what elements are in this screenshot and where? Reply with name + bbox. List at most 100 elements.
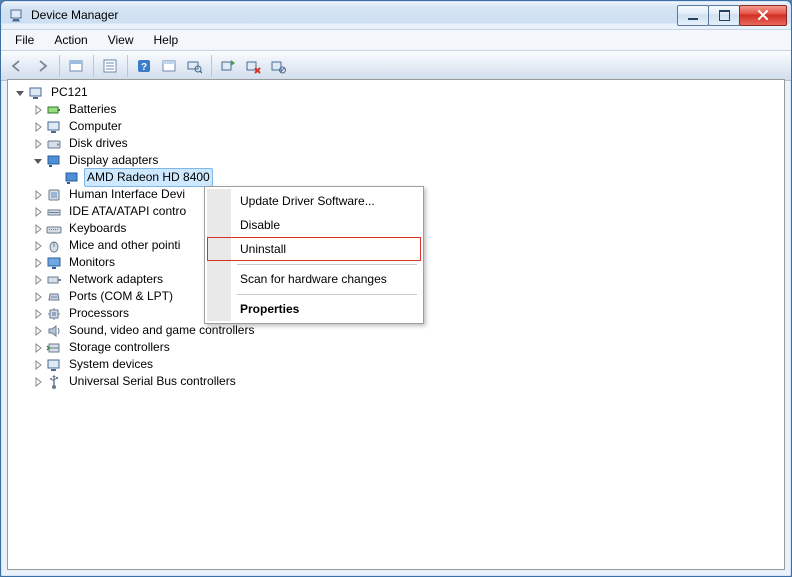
tree-item-amd-radeon[interactable]: AMD Radeon HD 8400 <box>14 169 784 186</box>
expand-icon[interactable] <box>32 308 44 320</box>
expand-icon[interactable] <box>32 274 44 286</box>
tree-item-display-adapters[interactable]: Display adapters <box>14 152 784 169</box>
expand-icon[interactable] <box>32 376 44 388</box>
scan-button[interactable] <box>182 54 206 78</box>
expand-icon[interactable] <box>32 121 44 133</box>
ctx-update-driver[interactable]: Update Driver Software... <box>207 189 421 213</box>
uninstall-icon <box>245 58 261 74</box>
ctx-properties[interactable]: Properties <box>207 297 421 321</box>
back-button[interactable] <box>5 54 29 78</box>
tree-label: Sound, video and game controllers <box>66 322 257 339</box>
expand-icon[interactable] <box>32 291 44 303</box>
collapse-icon[interactable] <box>14 87 26 99</box>
show-hide-tree-button[interactable] <box>64 54 88 78</box>
menu-help[interactable]: Help <box>146 31 187 49</box>
svg-text:?: ? <box>141 62 147 73</box>
tree-label: Ports (COM & LPT) <box>66 288 176 305</box>
port-icon <box>46 289 62 305</box>
close-button[interactable] <box>739 5 787 26</box>
tree-label: Network adapters <box>66 271 166 288</box>
expand-icon[interactable] <box>32 223 44 235</box>
properties-icon <box>102 58 118 74</box>
hid-icon <box>46 187 62 203</box>
expand-icon[interactable] <box>32 240 44 252</box>
pc-icon <box>46 119 62 135</box>
tree-label: Processors <box>66 305 132 322</box>
menu-bar: File Action View Help <box>1 29 791 51</box>
menu-action[interactable]: Action <box>46 31 95 49</box>
tree-item-system[interactable]: System devices <box>14 356 784 373</box>
window-controls <box>678 5 787 26</box>
tree-label: Computer <box>66 118 125 135</box>
tree-label-selected: AMD Radeon HD 8400 <box>84 168 213 187</box>
uninstall-button[interactable] <box>241 54 265 78</box>
tree-item-storage[interactable]: Storage controllers <box>14 339 784 356</box>
separator <box>211 55 212 77</box>
expand-icon[interactable] <box>32 189 44 201</box>
maximize-button[interactable] <box>708 5 740 26</box>
tree-item-disk-drives[interactable]: Disk drives <box>14 135 784 152</box>
collapse-icon[interactable] <box>32 155 44 167</box>
ctx-scan[interactable]: Scan for hardware changes <box>207 267 421 291</box>
tree-label: Mice and other pointi <box>66 237 183 254</box>
close-icon <box>757 9 769 21</box>
tree-item-batteries[interactable]: Batteries <box>14 101 784 118</box>
forward-button[interactable] <box>30 54 54 78</box>
tree-root[interactable]: PC121 <box>14 84 784 101</box>
update-icon <box>220 58 236 74</box>
tree-label: IDE ATA/ATAPI contro <box>66 203 189 220</box>
tree-label: Display adapters <box>66 152 161 169</box>
expand-icon[interactable] <box>32 257 44 269</box>
disable-button[interactable] <box>266 54 290 78</box>
expand-icon[interactable] <box>32 104 44 116</box>
battery-icon <box>46 102 62 118</box>
context-menu: Update Driver Software... Disable Uninst… <box>204 186 424 324</box>
display-adapter-icon <box>64 170 80 186</box>
minimize-button[interactable] <box>677 5 709 26</box>
system-icon <box>46 357 62 373</box>
keyboard-icon <box>46 221 62 237</box>
cpu-icon <box>46 306 62 322</box>
device-manager-window: Device Manager File Action View Help ? <box>0 0 792 577</box>
mouse-icon <box>46 238 62 254</box>
expand-icon[interactable] <box>32 342 44 354</box>
tree-label: Human Interface Devi <box>66 186 188 203</box>
menu-file[interactable]: File <box>7 31 42 49</box>
tree-label: Storage controllers <box>66 339 173 356</box>
properties-button[interactable] <box>98 54 122 78</box>
tree-label: System devices <box>66 356 156 373</box>
help-icon: ? <box>136 58 152 74</box>
tree-item-sound[interactable]: Sound, video and game controllers <box>14 322 784 339</box>
tree-label: PC121 <box>48 84 91 101</box>
separator <box>59 55 60 77</box>
disk-icon <box>46 136 62 152</box>
ctx-disable[interactable]: Disable <box>207 213 421 237</box>
help-button[interactable]: ? <box>132 54 156 78</box>
arrow-left-icon <box>9 58 25 74</box>
network-icon <box>46 272 62 288</box>
menu-view[interactable]: View <box>100 31 142 49</box>
update-driver-button[interactable] <box>216 54 240 78</box>
tree-panel: PC121 Batteries Computer Disk drives <box>7 79 785 570</box>
minimize-icon <box>688 18 698 20</box>
tree-item-usb[interactable]: Universal Serial Bus controllers <box>14 373 784 390</box>
display-adapter-icon <box>46 153 62 169</box>
scan-icon <box>186 58 202 74</box>
window-title: Device Manager <box>31 8 118 22</box>
expand-icon[interactable] <box>32 359 44 371</box>
titlebar[interactable]: Device Manager <box>1 1 791 29</box>
expand-icon[interactable] <box>32 138 44 150</box>
spacer <box>50 172 62 184</box>
tree-label: Monitors <box>66 254 118 271</box>
window-icon <box>161 58 177 74</box>
maximize-icon <box>719 10 730 21</box>
tree-label: Keyboards <box>66 220 129 237</box>
separator <box>127 55 128 77</box>
expand-icon[interactable] <box>32 325 44 337</box>
arrow-right-icon <box>34 58 50 74</box>
action-button[interactable] <box>157 54 181 78</box>
expand-icon[interactable] <box>32 206 44 218</box>
ctx-uninstall[interactable]: Uninstall <box>207 237 421 261</box>
panel-icon <box>68 58 84 74</box>
tree-item-computer[interactable]: Computer <box>14 118 784 135</box>
